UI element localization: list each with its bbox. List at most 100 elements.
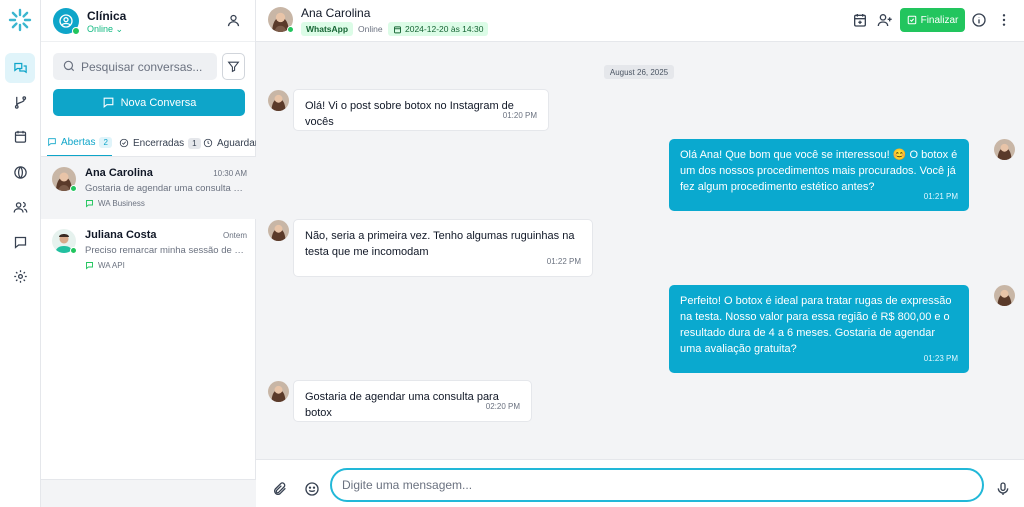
message-input[interactable] bbox=[330, 468, 984, 502]
conversation-tabs: Abertas 2 Encerradas 1 Aguardando bbox=[41, 129, 256, 157]
tab-aguardando[interactable]: Aguardando bbox=[203, 129, 256, 156]
channel-badge: WhatsApp bbox=[301, 22, 354, 36]
contact-name: Ana Carolina bbox=[301, 6, 371, 20]
avatar bbox=[268, 220, 289, 241]
calendar-icon bbox=[14, 130, 26, 143]
rail-settings[interactable] bbox=[5, 261, 35, 291]
contact-status: Online bbox=[358, 24, 383, 34]
message-time: 01:22 PM bbox=[546, 257, 581, 266]
chat-panel: Ana Carolina WhatsApp Online 2024-12-20 … bbox=[256, 0, 1024, 507]
check-square-icon bbox=[907, 15, 916, 25]
message-bubble-incoming: Olá! Vi o post sobre botox no Instagram … bbox=[293, 89, 549, 131]
rail-chats[interactable] bbox=[5, 53, 35, 83]
workspace-name: Clínica bbox=[87, 9, 127, 23]
tab-label: Abertas bbox=[61, 136, 96, 148]
user-icon[interactable] bbox=[226, 13, 241, 28]
avatar bbox=[268, 90, 289, 111]
search-icon bbox=[63, 60, 75, 72]
new-conversation-label: Nova Conversa bbox=[120, 96, 197, 109]
tab-abertas[interactable]: Abertas 2 bbox=[47, 129, 112, 156]
message-preview: Gostaria de agendar uma consulta para bo… bbox=[85, 183, 245, 194]
rail-calendar[interactable] bbox=[5, 121, 35, 151]
rail-integrations[interactable] bbox=[5, 157, 35, 187]
message-time: 01:20 PM bbox=[502, 111, 537, 120]
message-icon bbox=[86, 200, 93, 208]
mic-icon[interactable] bbox=[995, 481, 1011, 497]
appointment-badge: 2024-12-20 às 14:30 bbox=[388, 22, 489, 36]
conversation-time: Ontem bbox=[222, 231, 247, 240]
message-time: 02:20 PM bbox=[485, 402, 520, 411]
message-text: Perfeito! O botox é ideal para tratar ru… bbox=[680, 295, 952, 355]
message-icon bbox=[14, 236, 26, 249]
branch-icon bbox=[14, 95, 26, 109]
conversation-time: 10:30 AM bbox=[213, 169, 247, 178]
gear-icon bbox=[13, 269, 27, 283]
avatar bbox=[994, 285, 1015, 306]
online-indicator bbox=[70, 247, 77, 254]
appointment-text: 2024-12-20 às 14:30 bbox=[405, 24, 484, 34]
nav-rail bbox=[0, 0, 41, 507]
contact-name: Ana Carolina bbox=[85, 167, 153, 179]
info-icon[interactable] bbox=[971, 12, 987, 28]
message-preview: Preciso remarcar minha sessão de harmoni… bbox=[85, 245, 245, 256]
workspace-status-dropdown[interactable]: Online ⌄ bbox=[87, 24, 123, 35]
search-input[interactable] bbox=[81, 58, 211, 75]
chat-header: Ana Carolina WhatsApp Online 2024-12-20 … bbox=[256, 0, 1024, 42]
workspace-header: Clínica Online ⌄ bbox=[41, 0, 255, 42]
channel-label: WA Business bbox=[98, 199, 145, 208]
tab-count: 1 bbox=[188, 137, 201, 149]
channel-tag: WA API bbox=[85, 261, 125, 270]
chat-icon bbox=[48, 138, 56, 147]
filter-icon bbox=[227, 61, 240, 73]
tab-encerradas[interactable]: Encerradas 1 bbox=[119, 129, 201, 156]
clock-icon bbox=[203, 138, 213, 148]
online-indicator bbox=[287, 26, 294, 33]
message-bubble-outgoing: Olá Ana! Que bom que você se interessou!… bbox=[669, 139, 969, 211]
sidebar-footer bbox=[41, 479, 256, 507]
message-bubble-incoming: Não, seria a primeira vez. Tenho algumas… bbox=[293, 219, 593, 277]
message-icon bbox=[103, 97, 113, 108]
avatar bbox=[268, 381, 289, 402]
message-bubble-outgoing: Perfeito! O botox é ideal para tratar ru… bbox=[669, 285, 969, 373]
tab-label: Aguardando bbox=[217, 137, 256, 149]
rail-messages[interactable] bbox=[5, 227, 35, 257]
online-indicator bbox=[70, 185, 77, 192]
message-icon bbox=[86, 262, 93, 270]
message-time: 01:23 PM bbox=[923, 354, 958, 363]
logo-icon[interactable] bbox=[8, 8, 32, 32]
calendar-icon bbox=[394, 25, 401, 33]
tab-label: Encerradas bbox=[133, 137, 185, 149]
users-icon bbox=[13, 201, 27, 213]
smile-icon[interactable] bbox=[304, 481, 320, 497]
search-box bbox=[53, 53, 217, 80]
filter-button[interactable] bbox=[222, 53, 245, 80]
conversation-sidebar: Clínica Online ⌄ Nova Conversa Abertas 2… bbox=[41, 0, 256, 507]
channel-tag: WA Business bbox=[85, 199, 145, 208]
finalize-button[interactable]: Finalizar bbox=[900, 8, 965, 32]
online-indicator bbox=[72, 27, 80, 35]
date-divider: August 26, 2025 bbox=[604, 65, 674, 79]
calendar-plus-icon[interactable] bbox=[852, 12, 868, 28]
message-text: Olá Ana! Que bom que você se interessou!… bbox=[680, 149, 958, 193]
new-conversation-button[interactable]: Nova Conversa bbox=[53, 89, 245, 116]
message-bubble-incoming: Gostaria de agendar uma consulta para bo… bbox=[293, 380, 532, 422]
more-vertical-icon[interactable] bbox=[996, 12, 1012, 28]
avatar bbox=[994, 139, 1015, 160]
rail-contacts[interactable] bbox=[5, 192, 35, 222]
conversation-item[interactable]: Ana Carolina 10:30 AM Gostaria de agenda… bbox=[41, 157, 256, 219]
chat-icon bbox=[13, 62, 27, 73]
user-plus-icon[interactable] bbox=[877, 12, 893, 28]
compose-bar bbox=[256, 459, 1024, 507]
globe-icon bbox=[13, 165, 27, 179]
user-circle-icon bbox=[59, 14, 73, 28]
contact-name: Juliana Costa bbox=[85, 229, 157, 241]
rail-flows[interactable] bbox=[5, 87, 35, 117]
message-text: Não, seria a primeira vez. Tenho algumas… bbox=[305, 230, 575, 258]
conversation-item[interactable]: Juliana Costa Ontem Preciso remarcar min… bbox=[41, 219, 256, 281]
message-time: 01:21 PM bbox=[923, 192, 958, 201]
channel-label: WA API bbox=[98, 261, 125, 270]
paperclip-icon[interactable] bbox=[272, 481, 288, 497]
tab-count: 2 bbox=[99, 136, 112, 148]
finalize-label: Finalizar bbox=[920, 14, 959, 26]
check-circle-icon bbox=[119, 138, 129, 148]
